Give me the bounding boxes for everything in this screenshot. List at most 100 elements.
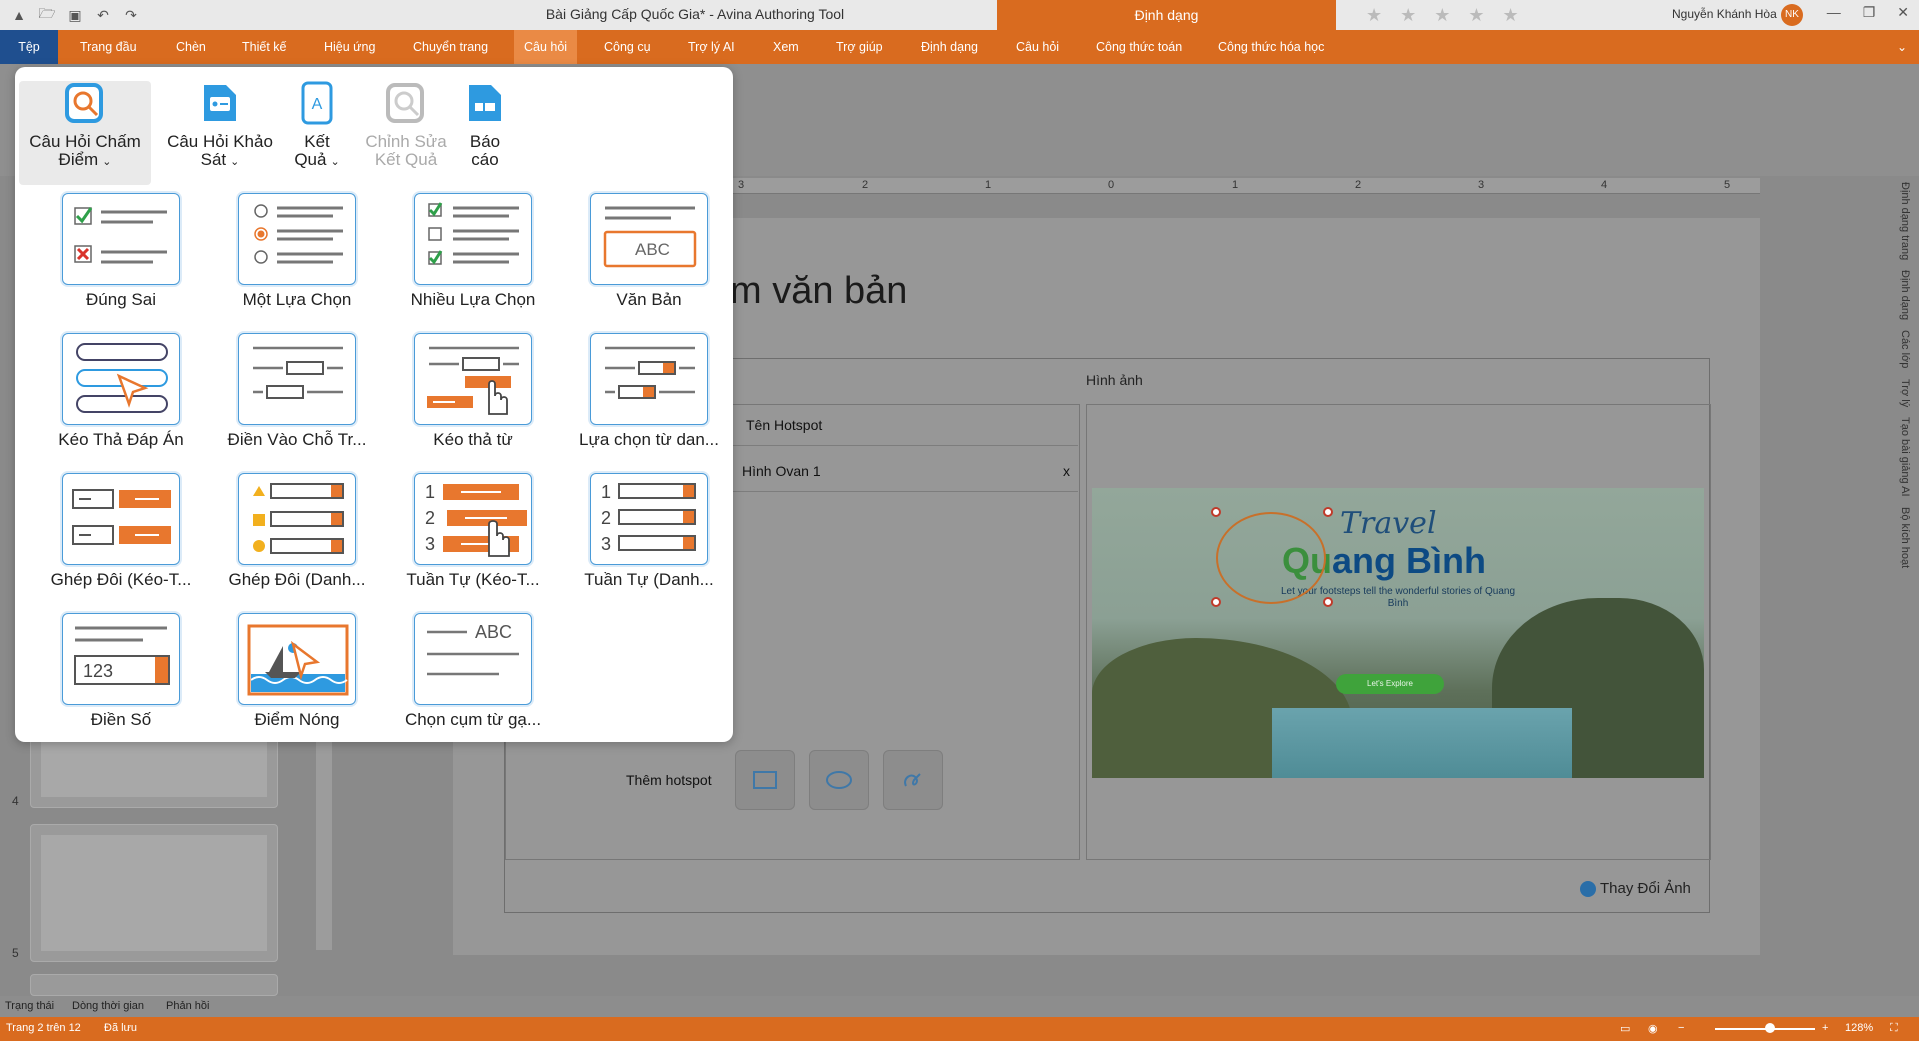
true-false-icon	[74, 207, 167, 264]
report-label: Báo cáo	[469, 132, 501, 169]
user-name[interactable]: Nguyễn Khánh Hòa	[1672, 7, 1777, 21]
resize-handle[interactable]	[1211, 597, 1221, 607]
side-tab-triggers[interactable]: Bộ kích hoạt	[1899, 507, 1911, 568]
side-tab-assistant[interactable]: Trợ lý	[1899, 379, 1911, 407]
bottom-tabs: Trạng thái Dòng thời gian Phản hồi	[0, 996, 1919, 1017]
save-status: Đã lưu	[104, 1022, 138, 1034]
menu-file[interactable]: Tệp	[0, 30, 58, 64]
change-image-label: Thay Đổi Ảnh	[1600, 880, 1691, 897]
slide-thumbnail-5[interactable]	[30, 824, 278, 962]
menu-view[interactable]: Xem	[773, 30, 799, 64]
menu-math-formula[interactable]: Công thức toán	[1096, 30, 1182, 64]
resize-handle[interactable]	[1323, 597, 1333, 607]
question-type-drag-drop-answer[interactable]: Kéo Thả Đáp Án	[33, 333, 209, 450]
add-freeform-hotspot-button[interactable]	[883, 750, 943, 810]
edit-result-label: Chỉnh Sửa Kết Quả	[365, 132, 447, 169]
avatar[interactable]: NK	[1781, 4, 1803, 26]
select-from-list-icon	[605, 346, 695, 399]
svg-text:2: 2	[425, 508, 435, 528]
remove-hotspot-button[interactable]: x	[1063, 450, 1070, 492]
zoom-in-icon[interactable]: +	[1822, 1022, 1828, 1034]
report-button[interactable]: Báo cáo	[455, 81, 515, 169]
report-icon	[469, 85, 501, 121]
chevron-down-icon[interactable]: ⌄	[330, 156, 339, 168]
question-type-matching-list[interactable]: Ghép Đôi (Danh...	[209, 473, 385, 590]
multiple-choice-icon	[428, 202, 519, 265]
change-image-button[interactable]: Thay Đổi Ảnh	[1580, 880, 1691, 897]
menu-questions[interactable]: Câu hỏi	[514, 30, 578, 64]
selection-handles	[1211, 507, 1333, 607]
menu-home[interactable]: Trang đầu	[80, 30, 137, 64]
numeric-icon: 123	[74, 626, 170, 685]
add-rectangle-hotspot-button[interactable]	[735, 750, 795, 810]
resize-handle[interactable]	[1211, 507, 1221, 517]
restore-icon[interactable]: ❐	[1863, 4, 1876, 21]
question-type-sequence-drag[interactable]: 1 2 3 Tuần Tự (Kéo-T...	[385, 473, 561, 590]
resize-handle[interactable]	[1323, 507, 1333, 517]
question-type-multiple-choice[interactable]: Nhiều Lựa Chọn	[385, 193, 561, 310]
image-text-travel: Travel	[1340, 506, 1437, 541]
question-type-drag-word[interactable]: Kéo thả từ	[385, 333, 561, 450]
menu-design[interactable]: Thiết kế	[242, 30, 286, 64]
side-tab-ai-lesson[interactable]: Tạo bài giảng AI	[1899, 417, 1911, 497]
zoom-level[interactable]: 128%	[1845, 1022, 1873, 1034]
right-side-panel: Định dạng trang Định dạng Các lớp Trợ lý…	[1893, 176, 1919, 996]
menu-help[interactable]: Trợ giúp	[836, 30, 883, 64]
menu-insert[interactable]: Chèn	[176, 30, 206, 64]
chevron-down-icon[interactable]: ⌄	[102, 156, 111, 168]
menu-transitions[interactable]: Chuyển trang	[413, 30, 488, 64]
question-type-select-from-list[interactable]: Lựa chọn từ dan...	[561, 333, 737, 450]
menu-tools[interactable]: Công cụ	[604, 30, 651, 64]
question-type-single-choice[interactable]: Một Lựa Chọn	[209, 193, 385, 310]
graded-question-button[interactable]: Câu Hỏi Chấm Điểm ⌄	[19, 81, 151, 185]
preview-icon[interactable]: ◉	[1648, 1022, 1658, 1035]
menu-ai-assistant[interactable]: Trợ lý AI	[688, 30, 735, 64]
add-oval-hotspot-button[interactable]	[809, 750, 869, 810]
menu-questions-context[interactable]: Câu hỏi	[1016, 30, 1059, 64]
side-tab-format[interactable]: Định dạng	[1899, 270, 1911, 320]
zoom-out-icon[interactable]: −	[1678, 1022, 1684, 1034]
menu-format[interactable]: Định dạng	[921, 30, 978, 64]
question-type-select-phrase[interactable]: ABC Chọn cụm từ gạ...	[385, 613, 561, 730]
question-type-numeric[interactable]: 123 Điền Số	[33, 613, 209, 730]
question-type-text[interactable]: ABC Văn Bản	[561, 193, 737, 310]
question-type-hotspot[interactable]: Điểm Nóng	[209, 613, 385, 730]
question-type-sequence-list[interactable]: 1 2 3 Tuần Tự (Danh...	[561, 473, 737, 590]
side-tab-page-format[interactable]: Định dạng trang	[1899, 182, 1911, 260]
sequence-drag-icon: 1 2 3	[425, 482, 527, 557]
collapse-ribbon-icon[interactable]: ⌄	[1897, 40, 1907, 54]
zoom-slider-handle[interactable]	[1765, 1023, 1775, 1033]
question-type-true-false[interactable]: Đúng Sai	[33, 193, 209, 310]
slide-title[interactable]: m văn bản	[730, 270, 907, 313]
notes-icon[interactable]: ▭	[1620, 1022, 1630, 1035]
svg-text:ABC: ABC	[475, 622, 512, 642]
side-tab-layers[interactable]: Các lớp	[1899, 330, 1911, 368]
svg-text:1: 1	[601, 482, 611, 502]
close-icon[interactable]: ✕	[1897, 4, 1909, 21]
minimize-icon[interactable]: —	[1827, 4, 1841, 21]
question-type-label: Điểm Nóng	[254, 710, 340, 729]
hotspot-row-label[interactable]: Hình Ovan 1	[742, 463, 821, 479]
slide-thumbnail-6[interactable]	[30, 974, 278, 996]
image-header: Hình ảnh	[1086, 372, 1143, 388]
question-type-fill-blank[interactable]: Điền Vào Chỗ Tr...	[209, 333, 385, 450]
hotspot-image[interactable]: Travel Quang Bình Let your footsteps tel…	[1092, 488, 1704, 778]
menu-chem-formula[interactable]: Công thức hóa học	[1218, 30, 1324, 64]
result-button[interactable]: A Kết Quả ⌄	[285, 81, 349, 171]
fit-window-icon[interactable]: ⛶	[1890, 1022, 1898, 1035]
context-tab-format[interactable]: Định dạng	[997, 0, 1336, 30]
image-text-cta: Let's Explore	[1336, 674, 1444, 694]
tab-timeline[interactable]: Dòng thời gian	[72, 1000, 144, 1012]
question-type-label: Lựa chọn từ dan...	[579, 430, 719, 449]
svg-text:A: A	[312, 96, 323, 113]
hotspot-row[interactable]: Hình Ovan 1 x	[730, 450, 1078, 492]
survey-question-button[interactable]: Câu Hỏi Khảo Sát ⌄	[161, 81, 279, 171]
tab-feedback[interactable]: Phản hồi	[166, 1000, 209, 1012]
menu-effects[interactable]: Hiệu ứng	[324, 30, 375, 64]
edit-result-button[interactable]: Chỉnh Sửa Kết Quả	[363, 81, 449, 169]
chevron-down-icon[interactable]: ⌄	[230, 156, 239, 168]
question-type-label: Kéo Thả Đáp Án	[58, 430, 184, 449]
question-type-matching-drag[interactable]: Ghép Đôi (Kéo-T...	[33, 473, 209, 590]
tab-state[interactable]: Trạng thái	[5, 1000, 54, 1012]
question-type-label: Tuần Tự (Kéo-T...	[406, 570, 540, 589]
